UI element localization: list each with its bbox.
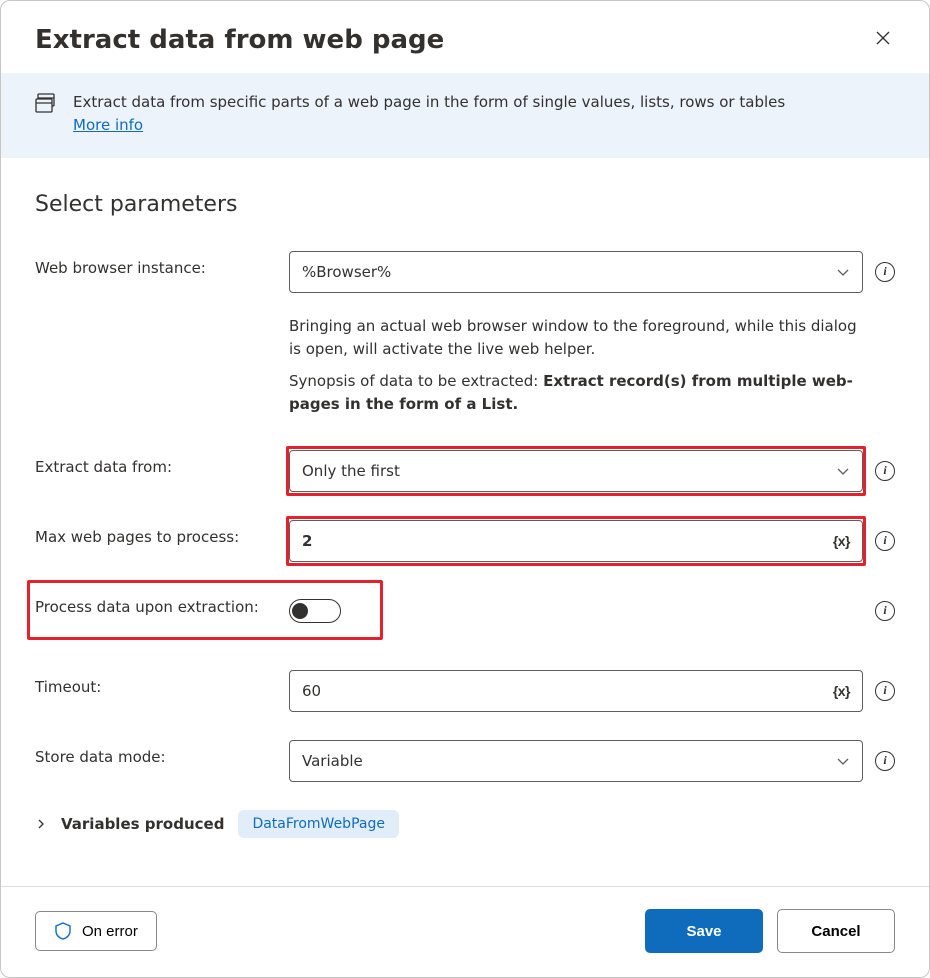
close-button[interactable] [871, 26, 895, 54]
row-timeout: Timeout: 60 {x} i [35, 670, 895, 712]
fx-button-max-pages[interactable]: {x} [833, 533, 850, 549]
label-browser: Web browser instance: [35, 251, 289, 277]
label-process-data: Process data upon extraction: [35, 590, 289, 616]
synopsis-lead: Synopsis of data to be extracted: [289, 372, 543, 390]
chevron-right-icon [35, 818, 47, 830]
chevron-down-icon [836, 754, 850, 768]
select-browser-value: %Browser% [302, 263, 391, 281]
row-max-pages: Max web pages to process: 2 {x} i [35, 520, 895, 562]
dialog-footer: On error Save Cancel [1, 886, 929, 977]
chevron-down-icon [836, 265, 850, 279]
toggle-process-data[interactable] [289, 599, 341, 623]
info-icon-browser[interactable]: i [875, 261, 895, 281]
info-icon-extract-from[interactable]: i [875, 460, 895, 480]
info-icon-max-pages[interactable]: i [875, 530, 895, 550]
on-error-label: On error [82, 923, 138, 940]
footer-button-group: Save Cancel [645, 909, 895, 953]
input-max-pages[interactable]: 2 {x} [289, 520, 863, 562]
label-timeout: Timeout: [35, 670, 289, 696]
cancel-button[interactable]: Cancel [777, 909, 895, 953]
label-store-mode: Store data mode: [35, 740, 289, 766]
row-browser: Web browser instance: %Browser% Bringing… [35, 251, 895, 450]
info-icon-timeout[interactable]: i [875, 680, 895, 700]
dialog-title: Extract data from web page [35, 25, 444, 55]
extract-data-icon [35, 93, 57, 136]
variables-produced-label: Variables produced [61, 815, 224, 833]
variable-chip[interactable]: DataFromWebPage [238, 810, 399, 838]
label-max-pages: Max web pages to process: [35, 520, 289, 546]
input-timeout[interactable]: 60 {x} [289, 670, 863, 712]
select-extract-from-value: Only the first [302, 462, 400, 480]
close-icon [875, 30, 891, 46]
select-browser[interactable]: %Browser% [289, 251, 863, 293]
on-error-button[interactable]: On error [35, 911, 157, 951]
select-store-mode-value: Variable [302, 752, 363, 770]
dialog: Extract data from web page Extract data … [0, 0, 930, 978]
dialog-body: Select parameters Web browser instance: … [1, 158, 929, 886]
shield-icon [54, 922, 72, 940]
input-max-pages-value: 2 [302, 532, 312, 550]
synopsis-text: Synopsis of data to be extracted: Extrac… [289, 370, 863, 417]
input-timeout-value: 60 [302, 682, 321, 700]
select-extract-from[interactable]: Only the first [289, 450, 863, 492]
banner-text: Extract data from specific parts of a we… [73, 91, 785, 136]
save-button[interactable]: Save [645, 909, 763, 953]
info-icon-process-data[interactable]: i [875, 600, 895, 620]
toggle-knob [292, 603, 308, 619]
fx-button-timeout[interactable]: {x} [833, 683, 850, 699]
row-process-data: Process data upon extraction: i [35, 590, 895, 632]
select-store-mode[interactable]: Variable [289, 740, 863, 782]
info-banner: Extract data from specific parts of a we… [1, 73, 929, 158]
info-icon-store-mode[interactable]: i [875, 750, 895, 770]
row-store-mode: Store data mode: Variable i [35, 740, 895, 782]
chevron-down-icon [836, 464, 850, 478]
dialog-header: Extract data from web page [1, 1, 929, 73]
banner-description: Extract data from specific parts of a we… [73, 93, 785, 111]
variables-produced-row[interactable]: Variables produced DataFromWebPage [35, 810, 895, 838]
row-extract-from: Extract data from: Only the first i [35, 450, 895, 492]
section-title: Select parameters [35, 192, 895, 217]
help-browser-foreground: Bringing an actual web browser window to… [289, 315, 863, 362]
more-info-link[interactable]: More info [73, 116, 143, 134]
label-extract-from: Extract data from: [35, 450, 289, 476]
